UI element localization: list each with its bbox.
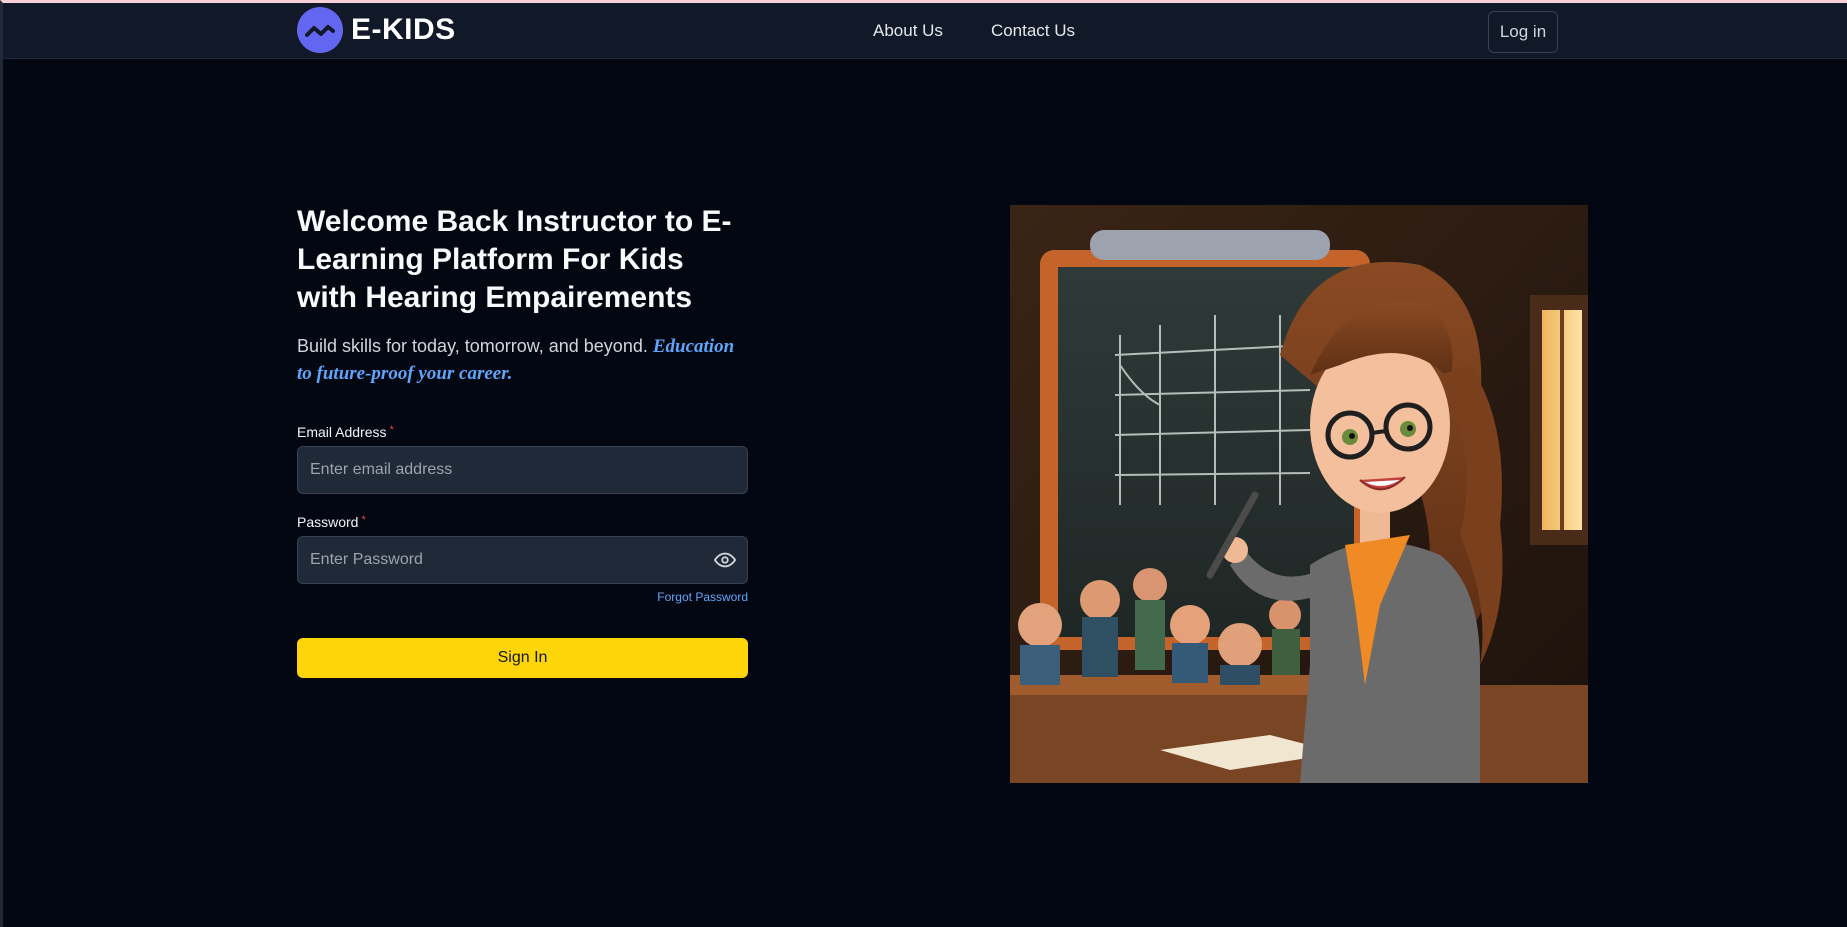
signin-form-panel: Welcome Back Instructor to E-Learning Pl… — [297, 203, 748, 678]
required-mark: * — [361, 514, 366, 526]
nav-links: About Us Contact Us — [873, 21, 1075, 41]
email-label: Email Address * — [297, 424, 748, 440]
password-label-text: Password — [297, 514, 359, 530]
password-field[interactable] — [297, 536, 748, 584]
top-navbar: E-KIDS About Us Contact Us Log in — [3, 3, 1847, 59]
page-subtitle: Build skills for today, tomorrow, and be… — [297, 333, 748, 387]
eye-icon[interactable] — [714, 549, 736, 571]
page-title: Welcome Back Instructor to E-Learning Pl… — [297, 205, 732, 314]
subtitle-text: Build skills for today, tomorrow, and be… — [297, 336, 648, 356]
wave-logo-icon — [297, 7, 343, 53]
brand-name: E-KIDS — [351, 13, 456, 46]
forgot-password-link[interactable]: Forgot Password — [297, 590, 748, 604]
email-field[interactable] — [297, 446, 748, 494]
email-field-wrap — [297, 446, 748, 494]
hero-illustration — [1010, 205, 1588, 783]
password-label: Password * — [297, 514, 748, 530]
login-button[interactable]: Log in — [1488, 11, 1558, 53]
brand[interactable]: E-KIDS — [297, 7, 456, 53]
required-mark: * — [389, 424, 394, 436]
nav-contact-us-link[interactable]: Contact Us — [991, 21, 1075, 41]
email-label-text: Email Address — [297, 424, 387, 440]
password-field-wrap — [297, 536, 748, 584]
sign-in-button[interactable]: Sign In — [297, 638, 748, 678]
nav-about-us-link[interactable]: About Us — [873, 21, 943, 41]
